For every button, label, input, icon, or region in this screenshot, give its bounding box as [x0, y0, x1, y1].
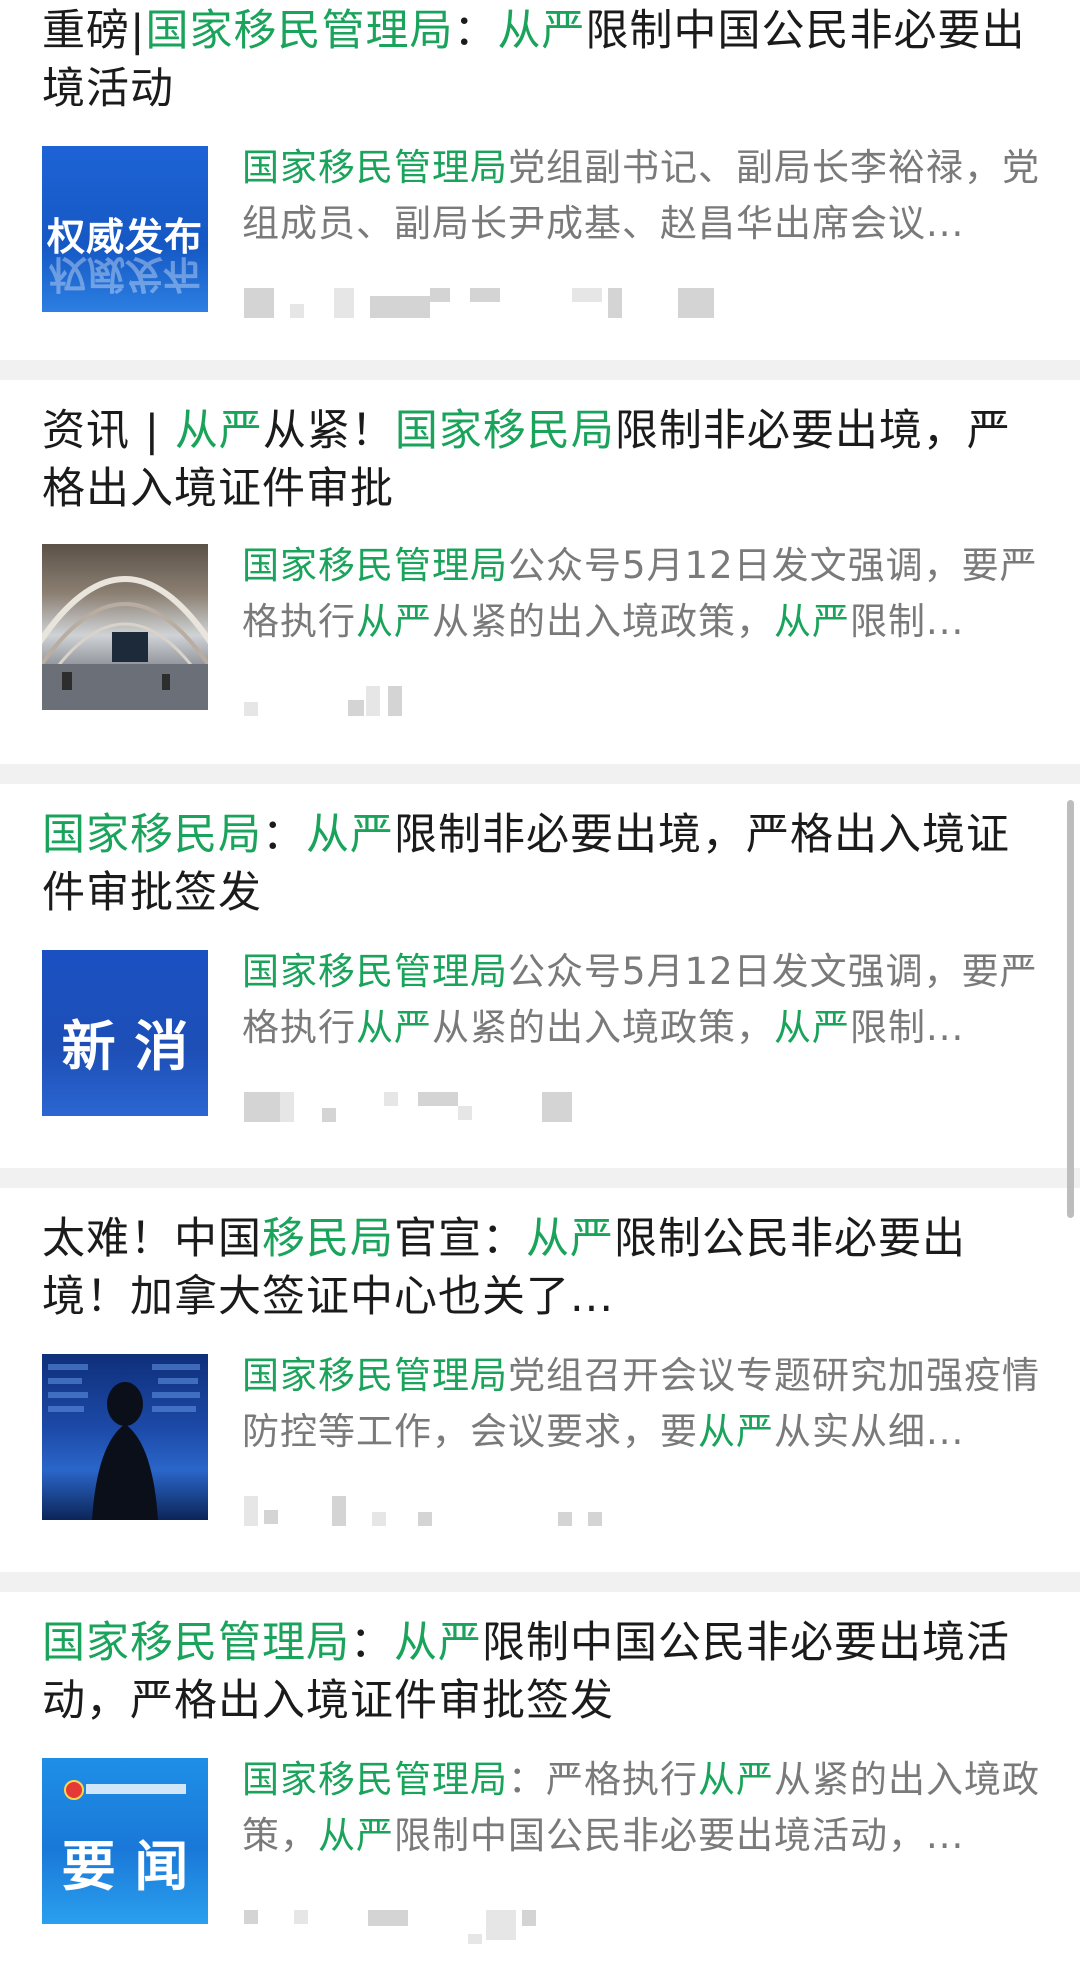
text-segment: ：	[262, 810, 306, 860]
result-snippet: 国家移民管理局：严格执行从严从紧的出入境政策，从严限制中国公民非必要出境活动，.…	[242, 1752, 1040, 1864]
result-title[interactable]: 太难！中国移民局官宣：从严限制公民非必要出境！加拿大签证中心也关了...	[42, 1210, 1038, 1326]
result-snippet: 国家移民管理局党组召开会议专题研究加强疫情防控等工作，会议要求，要从严从实从细.…	[242, 1348, 1040, 1460]
highlighted-keyword: 国家移民局	[394, 406, 615, 456]
result-source-meta-blurred	[242, 680, 802, 720]
headline-news-thumbnail-icon: 要 闻	[61, 1835, 189, 1898]
airport-hall-photo-icon	[42, 576, 208, 710]
text-segment: 限制...	[850, 1006, 965, 1049]
result-separator	[0, 360, 1080, 380]
result-source-meta-blurred	[242, 1894, 802, 1944]
search-result[interactable]: 太难！中国移民局官宣：从严限制公民非必要出境！加拿大签证中心也关了... 国家移…	[0, 1188, 1080, 1572]
result-title[interactable]: 国家移民局：从严限制非必要出境，严格出入境证件审批签发	[42, 806, 1038, 922]
text-segment: ：	[453, 6, 498, 56]
text-segment: 限制...	[850, 600, 965, 643]
highlighted-keyword: 从严	[698, 1758, 774, 1801]
departure-board-photo-icon	[48, 1364, 200, 1520]
result-title[interactable]: 资讯 | 从严从紧！国家移民局限制非必要出境，严格出入境证件审批	[42, 402, 1038, 518]
search-result[interactable]: 资讯 | 从严从紧！国家移民局限制非必要出境，严格出入境证件审批 国家移民管理局…	[0, 380, 1080, 764]
scrollbar[interactable]	[1067, 800, 1074, 1218]
result-separator	[0, 1572, 1080, 1592]
highlighted-keyword: 从严	[774, 600, 850, 643]
highlighted-keyword: 从严	[774, 1006, 850, 1049]
text-segment: ：严格执行	[508, 1758, 698, 1801]
highlighted-keyword: 国家移民管理局	[145, 6, 454, 56]
result-thumbnail: 要 闻	[42, 1758, 208, 1924]
highlighted-keyword: 从严	[356, 600, 432, 643]
result-snippet: 国家移民管理局党组副书记、副局长李裕禄，党组成员、副局长尹成基、赵昌华出席会议.…	[242, 140, 1040, 252]
result-separator	[0, 764, 1080, 784]
thumbnail-caption-bar	[86, 1784, 186, 1794]
result-source-meta-blurred	[242, 282, 802, 322]
text-segment: ：	[350, 1618, 394, 1668]
result-source-meta-blurred	[242, 1086, 802, 1126]
highlighted-keyword: 从严	[698, 1410, 774, 1453]
result-thumbnail: 权威发布 权威发布	[42, 146, 208, 312]
result-snippet: 国家移民管理局公众号5月12日发文强调，要严格执行从严从紧的出入境政策，从严限制…	[242, 944, 1040, 1056]
result-thumbnail: 新 消	[42, 950, 208, 1116]
result-separator	[0, 1168, 1080, 1188]
text-segment: 从紧的出入境政策，	[432, 1006, 774, 1049]
result-thumbnail	[42, 1354, 208, 1520]
news-thumbnail-icon: 新 消	[61, 1015, 189, 1078]
text-segment: 官宣：	[394, 1214, 526, 1264]
highlighted-keyword: 从严	[497, 6, 586, 56]
highlighted-keyword: 从严	[318, 1814, 394, 1857]
text-segment: 限制中国公民非必要出境活动，...	[394, 1814, 965, 1857]
highlighted-keyword: 从严	[174, 406, 263, 456]
text-segment: 从紧！	[262, 406, 395, 456]
search-result[interactable]: 国家移民局：从严限制非必要出境，严格出入境证件审批签发 新 消 国家移民管理局公…	[0, 784, 1080, 1168]
emblem-icon	[64, 1780, 84, 1800]
highlighted-keyword: 国家移民管理局	[242, 544, 508, 587]
highlighted-keyword: 从严	[526, 1214, 614, 1264]
highlighted-keyword: 从严	[394, 1618, 482, 1668]
result-thumbnail	[42, 544, 208, 710]
thumbnail-reflection: 权威发布	[48, 252, 201, 296]
highlighted-keyword: 从严	[356, 1006, 432, 1049]
highlighted-keyword: 国家移民管理局	[242, 1758, 508, 1801]
text-segment: 资讯 |	[42, 406, 175, 456]
highlighted-keyword: 国家移民管理局	[42, 1618, 350, 1668]
highlighted-keyword: 移民局	[262, 1214, 394, 1264]
text-segment: 太难！中国	[42, 1214, 262, 1264]
highlighted-keyword: 国家移民管理局	[242, 1354, 508, 1397]
text-segment: 从紧的出入境政策，	[432, 600, 774, 643]
highlighted-keyword: 从严	[306, 810, 394, 860]
result-title[interactable]: 国家移民管理局：从严限制中国公民非必要出境活动，严格出入境证件审批签发	[42, 1614, 1038, 1730]
highlighted-keyword: 国家移民局	[42, 810, 262, 860]
text-segment: 重磅|	[42, 6, 146, 56]
search-result[interactable]: 国家移民管理局：从严限制中国公民非必要出境活动，严格出入境证件审批签发 要 闻 …	[0, 1592, 1080, 1983]
result-snippet: 国家移民管理局公众号5月12日发文强调，要严格执行从严从紧的出入境政策，从严限制…	[242, 538, 1040, 650]
result-source-meta-blurred	[242, 1490, 802, 1530]
search-result[interactable]: 重磅|国家移民管理局：从严限制中国公民非必要出境活动 权威发布 权威发布 国家移…	[0, 0, 1080, 360]
highlighted-keyword: 国家移民管理局	[242, 950, 508, 993]
text-segment: 从实从细...	[774, 1410, 965, 1453]
highlighted-keyword: 国家移民管理局	[242, 146, 508, 189]
result-title[interactable]: 重磅|国家移民管理局：从严限制中国公民非必要出境活动	[42, 2, 1038, 118]
